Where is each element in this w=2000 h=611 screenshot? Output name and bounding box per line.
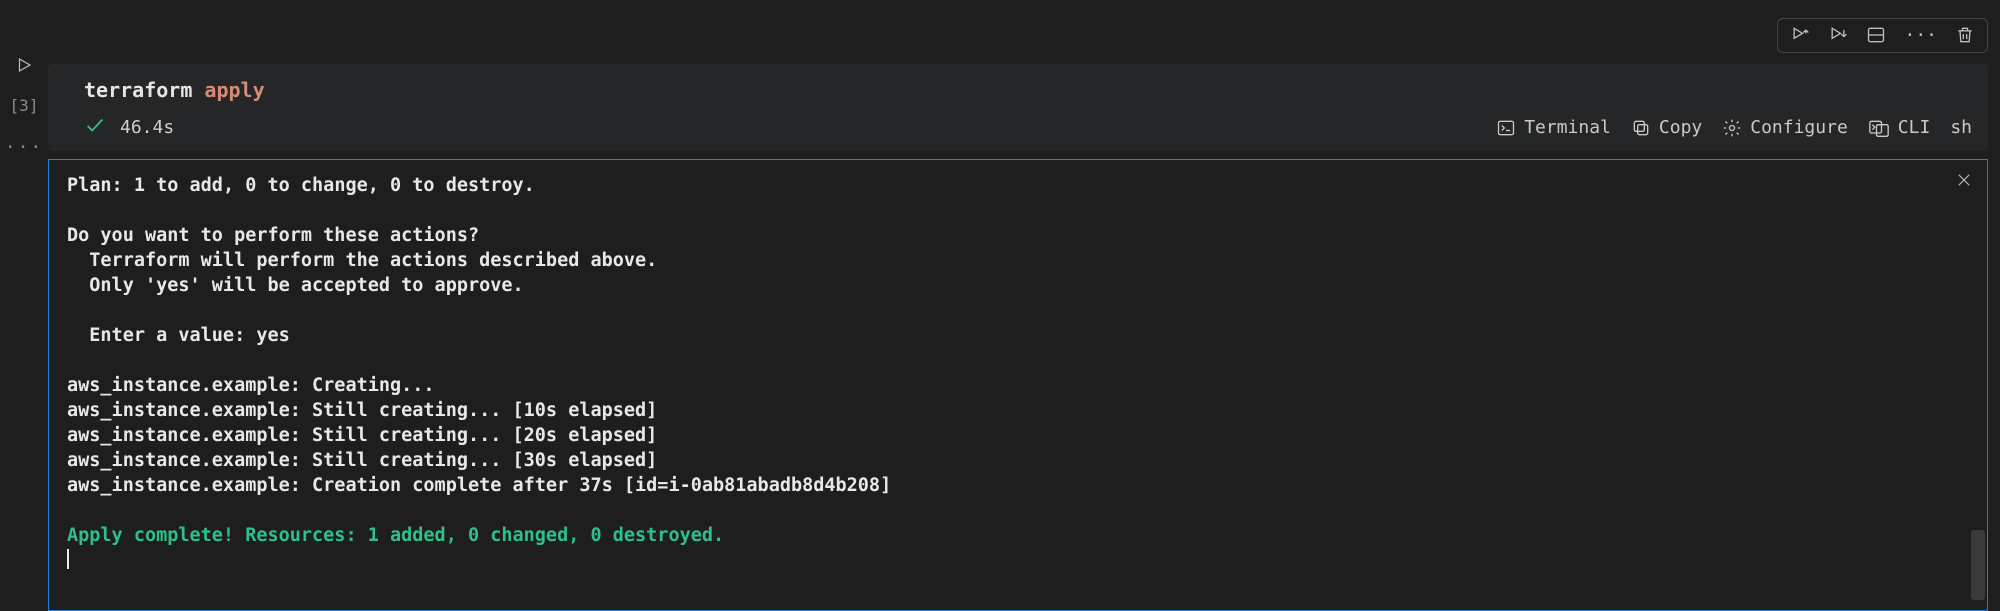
code-line: terraform apply	[84, 74, 1972, 106]
scrollbar-thumb[interactable]	[1971, 530, 1985, 600]
command-base: terraform	[84, 78, 204, 102]
cli-icon	[1868, 118, 1890, 138]
plan-summary: 1 to add, 0 to change, 0 to destroy.	[123, 175, 535, 196]
apply-complete: Apply complete! Resources: 1 added, 0 ch…	[67, 525, 724, 546]
enter-value-label: Enter a value:	[67, 325, 245, 346]
code-cell[interactable]: terraform apply 46.4s Terminal	[48, 64, 1988, 151]
execution-duration: 46.4s	[120, 117, 174, 138]
shell-label: sh	[1950, 117, 1972, 138]
output-actions: Terminal Copy Configure	[1496, 117, 1972, 138]
plan-label: Plan:	[67, 175, 123, 196]
copy-label: Copy	[1659, 117, 1702, 138]
split-cell-icon[interactable]	[1866, 25, 1886, 45]
cli-button[interactable]: CLI	[1868, 117, 1931, 138]
open-terminal-button[interactable]: Terminal	[1496, 117, 1611, 138]
progress-line: aws_instance.example: Still creating... …	[67, 425, 657, 446]
confirm-line-1: Terraform will perform the actions descr…	[67, 250, 657, 271]
terminal-label: Terminal	[1524, 117, 1611, 138]
progress-line: aws_instance.example: Still creating... …	[67, 400, 657, 421]
run-cell-icon[interactable]	[15, 56, 33, 74]
execution-count: [3]	[10, 96, 39, 115]
cli-label: CLI	[1898, 117, 1931, 138]
success-check-icon	[84, 114, 106, 141]
shell-indicator[interactable]: sh	[1950, 117, 1972, 138]
progress-line: aws_instance.example: Creation complete …	[67, 475, 891, 496]
cell-toolbar: ···	[48, 0, 1988, 60]
enter-value: yes	[245, 325, 290, 346]
gear-icon	[1722, 118, 1742, 138]
terminal-icon	[1496, 118, 1516, 138]
output-panel: Plan: 1 to add, 0 to change, 0 to destro…	[48, 159, 1988, 611]
more-actions-icon[interactable]: ···	[1904, 25, 1937, 46]
delete-cell-icon[interactable]	[1955, 25, 1975, 45]
cell-toolbar-box: ···	[1777, 18, 1988, 53]
confirm-question: Do you want to perform these actions?	[67, 225, 479, 246]
command-subcommand: apply	[204, 78, 264, 102]
run-above-icon[interactable]	[1790, 25, 1810, 45]
configure-label: Configure	[1750, 117, 1848, 138]
cell-gutter: [3] ···	[0, 0, 48, 611]
run-below-icon[interactable]	[1828, 25, 1848, 45]
close-output-icon[interactable]	[1955, 170, 1973, 194]
status-row: 46.4s Terminal Copy	[84, 106, 1972, 151]
configure-button[interactable]: Configure	[1722, 117, 1848, 138]
progress-line: aws_instance.example: Still creating... …	[67, 450, 657, 471]
progress-line: aws_instance.example: Creating...	[67, 375, 435, 396]
copy-icon	[1631, 118, 1651, 138]
cell-more-icon[interactable]: ···	[5, 137, 44, 158]
confirm-line-2: Only 'yes' will be accepted to approve.	[67, 275, 524, 296]
terminal-output[interactable]: Plan: 1 to add, 0 to change, 0 to destro…	[49, 160, 1987, 586]
cursor	[67, 549, 69, 569]
copy-button[interactable]: Copy	[1631, 117, 1702, 138]
